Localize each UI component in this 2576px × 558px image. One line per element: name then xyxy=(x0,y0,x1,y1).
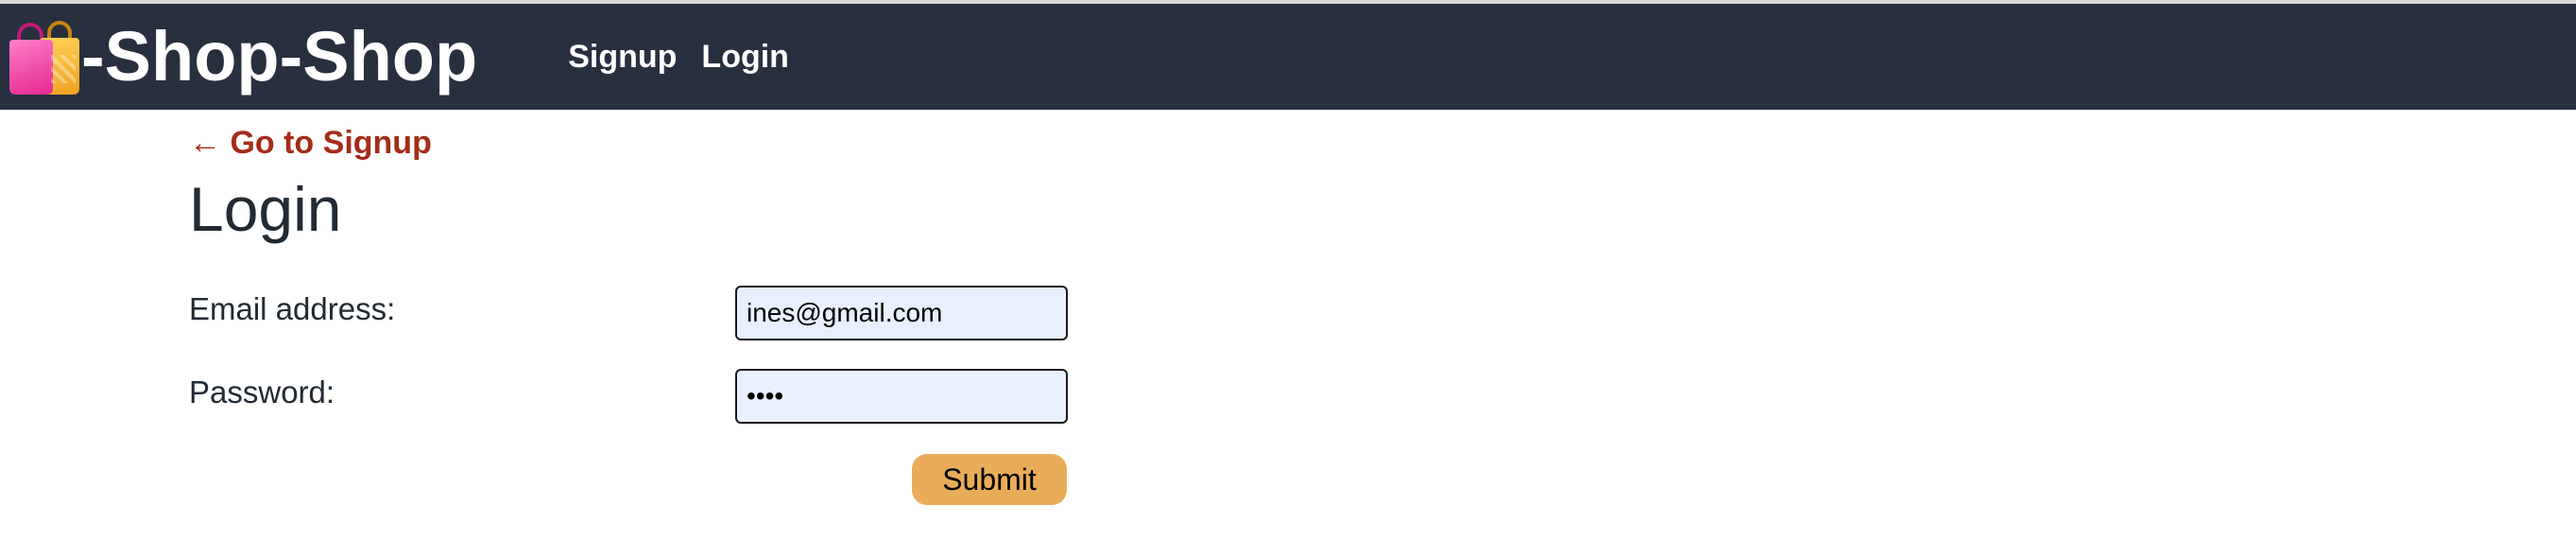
password-input[interactable] xyxy=(735,369,1068,424)
email-input[interactable] xyxy=(735,286,1068,340)
go-to-signup-link[interactable]: ← Go to Signup xyxy=(189,125,432,162)
email-row: Email address: xyxy=(189,286,1068,340)
pink-bag xyxy=(9,40,53,95)
brand-name: -Shop-Shop xyxy=(81,17,478,96)
top-navbar: -Shop-Shop Signup Login xyxy=(0,4,2576,110)
main-nav: Signup Login xyxy=(568,39,814,76)
password-label: Password: xyxy=(189,375,335,410)
page-title: Login xyxy=(189,174,342,244)
bag-pattern xyxy=(51,55,76,83)
shopping-bags-icon xyxy=(8,19,79,95)
nav-login-link[interactable]: Login xyxy=(701,39,789,76)
nav-signup-link[interactable]: Signup xyxy=(568,39,677,76)
brand-home-link[interactable]: -Shop-Shop xyxy=(8,19,477,95)
login-page: ← Go to Signup Login Email address: Pass… xyxy=(189,125,1068,505)
submit-button[interactable]: Submit xyxy=(912,454,1067,505)
email-label: Email address: xyxy=(189,291,396,326)
password-row: Password: xyxy=(189,369,1068,424)
